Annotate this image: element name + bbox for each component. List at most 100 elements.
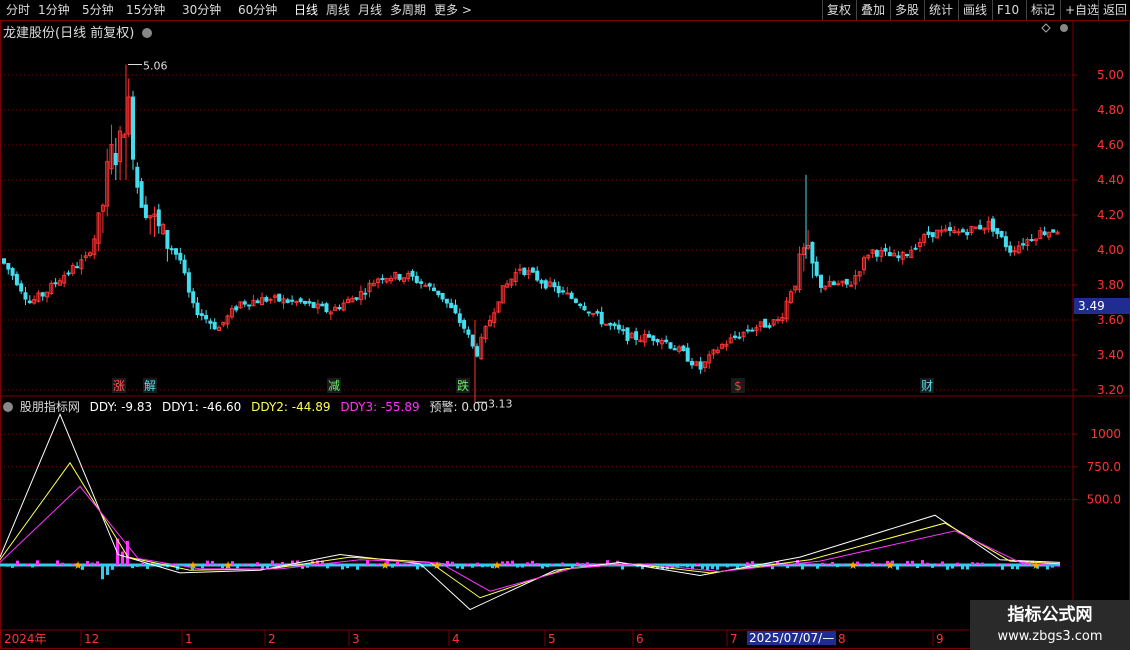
period-tab-5[interactable]: 60分钟 [238,0,277,20]
candle-body [10,268,15,276]
histogram-bar [86,561,89,565]
indicator-tick-label: 1000 [1090,427,1121,441]
histogram-bar [996,563,999,565]
histogram-bar [216,564,219,565]
price-tick-label: 4.00 [1097,243,1124,257]
candle-body [681,345,686,352]
candle-body [19,283,24,292]
candle-body [750,329,755,332]
histogram-bar [251,565,254,567]
histogram-bar [541,565,544,569]
histogram-bar [811,564,814,565]
histogram-bar [361,565,364,566]
toolbar-action-1[interactable]: 叠加 [856,0,889,20]
histogram-bar [341,565,344,570]
period-tab-8[interactable]: 月线 [358,0,382,20]
period-tab-4[interactable]: 30分钟 [182,0,221,20]
candle-body [131,96,135,160]
candle-body [664,339,669,343]
price-tick-label: 3.60 [1097,313,1124,327]
candle-body [965,231,970,236]
histogram-bar [526,562,529,565]
candle-body [569,292,574,299]
indicator-line-ddy2 [0,461,1061,599]
chevron-down-icon[interactable] [142,28,153,38]
period-tab-7[interactable]: 周线 [326,0,350,20]
histogram-bar [841,564,844,565]
candle-body [608,322,613,326]
histogram-bar [476,562,479,565]
indicator-ddy1: DDY1: -46.60 [161,400,242,414]
histogram-bar [931,565,934,568]
period-tab-9[interactable]: 多周期 [390,0,426,20]
histogram-bar [406,563,409,565]
candle-body [1003,236,1008,248]
candle-body [40,292,45,297]
histogram-bar [356,565,359,570]
candle-body [113,153,118,166]
candle-body [887,252,892,257]
candle-body [414,275,419,283]
histogram-bar [626,565,629,566]
period-tab-3[interactable]: 15分钟 [126,0,165,20]
period-tab-1[interactable]: 1分钟 [38,0,70,20]
candle-body [1012,250,1017,253]
toolbar-action-3[interactable]: 统计 [924,0,957,20]
date-axis-label: 1 [185,632,193,646]
histogram-bar [586,562,589,565]
candle-body [397,274,402,280]
candle-body [363,292,368,295]
candle-body [621,329,626,332]
candle-body [191,291,196,304]
date-axis-label: 9 [936,632,944,646]
price-tick-label: 3.80 [1097,278,1124,292]
histogram-bar [981,562,984,565]
toolbar-action-0[interactable]: 复权 [822,0,855,20]
candle-body [896,255,901,259]
candle-body [578,303,583,307]
toolbar-action-8[interactable]: 返回 [1098,0,1130,20]
candle-body [242,301,247,305]
period-tab-2[interactable]: 5分钟 [82,0,114,20]
candle-body [1029,239,1034,242]
toolbar-action-2[interactable]: 多股 [890,0,923,20]
candle-body [268,298,273,301]
indicator-ddy3: DDY3: -55.89 [340,400,420,414]
candle-body [698,361,703,370]
star-icon: ★ [223,559,233,572]
candle-body [948,227,952,231]
histogram-bar [326,565,329,569]
indicator-tick-label: 750.0 [1087,460,1121,474]
histogram-bar [961,565,964,570]
toolbar-action-5[interactable]: F10 [992,0,1023,20]
histogram-bar [391,565,394,568]
chevron-down-icon[interactable] [3,402,13,412]
histogram-bar [986,565,989,566]
period-tab-0[interactable]: 分时 [6,0,30,20]
histogram-bar [36,560,39,565]
candle-body [143,204,148,218]
toolbar-action-4[interactable]: 画线 [958,0,991,20]
toolbar-action-6[interactable]: 标记 [1026,0,1059,20]
histogram-bar [516,565,519,568]
histogram-bar [826,563,829,565]
toolbar-action-7[interactable]: +自选 [1060,0,1103,20]
histogram-bar [916,565,919,569]
candle-body [535,270,540,281]
period-tab-6[interactable]: 日线 [294,0,318,20]
histogram-bar [416,565,419,570]
histogram-bar [146,565,149,569]
histogram-bar [246,564,249,565]
period-tab-10[interactable]: 更多 > [434,0,472,20]
indicator-ddy2: DDY2: -44.89 [251,400,331,414]
candle-body [277,293,282,302]
candle-body [139,181,144,208]
stock-title-text: 龙建股份(日线 前复权) [3,26,135,41]
star-icon: ★ [1031,559,1041,572]
candle-body [247,304,252,307]
histogram-bar [786,565,789,569]
histogram-bar [461,565,464,569]
candle-body [66,272,71,275]
indicator-line-ddy3 [0,485,1061,592]
histogram-bar [346,565,349,569]
